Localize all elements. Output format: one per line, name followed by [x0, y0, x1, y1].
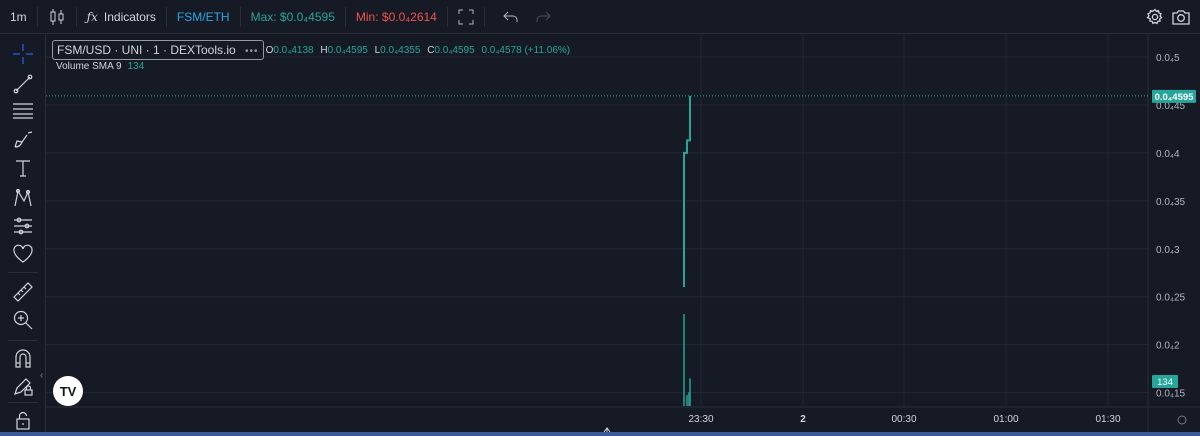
crosshair-tool[interactable] — [9, 40, 37, 68]
favorites-tool[interactable] — [9, 240, 37, 268]
high-value: 0.0₄4595 — [327, 44, 368, 56]
toolbar-right — [1142, 0, 1194, 34]
lock-tool[interactable] — [9, 406, 37, 434]
chart-area[interactable]: 0.0₄5 0.0₄45 0.0₄4 0.0₄35 0.0₄3 0.0₄25 0.0₄2 0.… — [46, 34, 1200, 436]
volume-label: Volume SMA 9 — [56, 61, 122, 72]
magnet-tool[interactable] — [9, 344, 37, 372]
zoom-tool[interactable] — [9, 306, 37, 334]
volume-legend: Volume SMA 9 134 — [56, 61, 144, 72]
volume-value: 134 — [127, 61, 145, 72]
interval-button[interactable]: 1m — [0, 0, 37, 34]
price-tick-label: 0.0₄15 — [1156, 389, 1186, 400]
interval-label: 1m — [10, 9, 27, 24]
time-tick-label: 01:00 — [993, 414, 1018, 425]
trend-line-tool[interactable] — [9, 70, 37, 98]
price-series — [46, 95, 1148, 288]
brush-tool[interactable] — [9, 126, 37, 154]
camera-icon — [1172, 10, 1190, 25]
price-tick-label: 0.0₄4 — [1156, 149, 1180, 160]
text-tool[interactable] — [9, 154, 37, 182]
settings-button[interactable] — [1142, 4, 1168, 30]
price-tick-label: 0.0₄3 — [1156, 245, 1180, 256]
redo-icon — [536, 11, 551, 22]
horizontal-lines-tool[interactable] — [9, 96, 37, 124]
ohlc-values: O0.0₄4138 H0.0₄4595 L0.0₄4355 C0.0₄4595 … — [266, 45, 571, 56]
snapshot-button[interactable] — [1168, 4, 1194, 30]
tradingview-logo[interactable]: TV — [53, 376, 83, 406]
prediction-tool[interactable] — [9, 212, 37, 240]
brush-icon — [14, 131, 33, 148]
max-price-label: Max: $0.0₄4595 — [250, 9, 335, 24]
crosshair-icon — [13, 44, 33, 64]
time-tick-label: 2 — [800, 414, 806, 425]
collapse-toolbar-icon[interactable]: ‹ — [40, 370, 43, 381]
logo-text: TV — [59, 383, 77, 399]
time-tick-label: 23:30 — [688, 414, 713, 425]
pair-label[interactable]: FSM/ETH — [167, 0, 240, 34]
symbol-title: FSM/USD · UNI · 1 · DEXTools.io — [57, 43, 236, 57]
text-icon — [16, 160, 30, 177]
volume-badge-label: 134 — [1157, 377, 1173, 388]
zoom-in-icon — [13, 310, 33, 330]
volume-bar — [686, 394, 688, 406]
function-icon: ƒx — [86, 9, 98, 24]
gear-icon — [1146, 8, 1163, 25]
time-tick-label: 01:30 — [1095, 414, 1120, 425]
last-price-label: 0.0₄4595 — [1155, 92, 1195, 103]
price-tick-label: 0.0₄2 — [1156, 341, 1180, 352]
high-key: H — [320, 44, 328, 56]
top-toolbar: 1m ƒx Indicators FSM/ETH Max: $0.0₄4595 … — [0, 0, 1200, 34]
magnet-icon — [15, 349, 31, 368]
indicators-button[interactable]: ƒx Indicators — [77, 0, 166, 34]
fullscreen-button[interactable] — [448, 0, 484, 34]
price-line — [683, 95, 691, 288]
price-axis[interactable]: 0.0₄50.0₄450.0₄40.0₄350.0₄30.0₄250.0₄20.… — [1152, 53, 1196, 400]
min-price-label: Min: $0.0₄2614 — [355, 9, 437, 24]
gear-icon — [1177, 415, 1187, 425]
price-tick-label: 0.0₄35 — [1156, 197, 1186, 208]
horizontal-lines-icon — [13, 103, 33, 119]
drawing-toolbar: ‹ — [0, 34, 46, 436]
price-tick-label: 0.0₄25 — [1156, 293, 1186, 304]
candles-type-button[interactable] — [38, 0, 76, 34]
indicators-label: Indicators — [103, 9, 156, 24]
lock-drawing-tool[interactable] — [9, 372, 37, 400]
lock-icon — [16, 411, 30, 430]
toolbar-divider — [8, 272, 38, 273]
redo-button[interactable] — [527, 0, 559, 34]
volume-bar — [683, 314, 685, 406]
toolbar-divider — [8, 402, 38, 403]
candlestick-icon — [50, 8, 64, 25]
more-options-icon[interactable]: ••• — [245, 46, 259, 57]
time-tick-label: 00:30 — [891, 414, 916, 425]
trend-line-icon — [13, 74, 33, 94]
axis-settings-icon[interactable] — [1177, 415, 1187, 425]
low-value: 0.0₄4355 — [380, 44, 421, 56]
pattern-icon — [14, 188, 32, 207]
heart-icon — [13, 244, 33, 263]
close-value: 0.0₄4595 — [434, 44, 475, 56]
ruler-tool[interactable] — [9, 278, 37, 306]
fullscreen-icon — [458, 9, 474, 24]
undo-button[interactable] — [485, 0, 527, 34]
price-chart[interactable]: 0.0₄50.0₄450.0₄40.0₄350.0₄30.0₄250.0₄20.… — [46, 34, 1200, 436]
symbol-title-box[interactable]: FSM/USD · UNI · 1 · DEXTools.io ••• — [52, 40, 264, 60]
price-tick-label: 0.0₄5 — [1156, 53, 1180, 64]
volume-bar — [689, 378, 691, 406]
undo-icon — [503, 11, 518, 22]
change-value: 0.0₄4578 (+11.06%) — [481, 44, 571, 56]
sliders-icon — [14, 217, 32, 235]
bottom-border — [0, 432, 1200, 436]
ruler-icon — [13, 282, 33, 302]
pencil-lock-icon — [14, 378, 33, 396]
toolbar-divider — [8, 340, 38, 341]
open-value: 0.0₄4138 — [273, 44, 314, 56]
pattern-tool[interactable] — [9, 184, 37, 212]
chart-legend: FSM/USD · UNI · 1 · DEXTools.io ••• O0.0… — [52, 40, 570, 60]
chart-grid — [46, 34, 1200, 436]
